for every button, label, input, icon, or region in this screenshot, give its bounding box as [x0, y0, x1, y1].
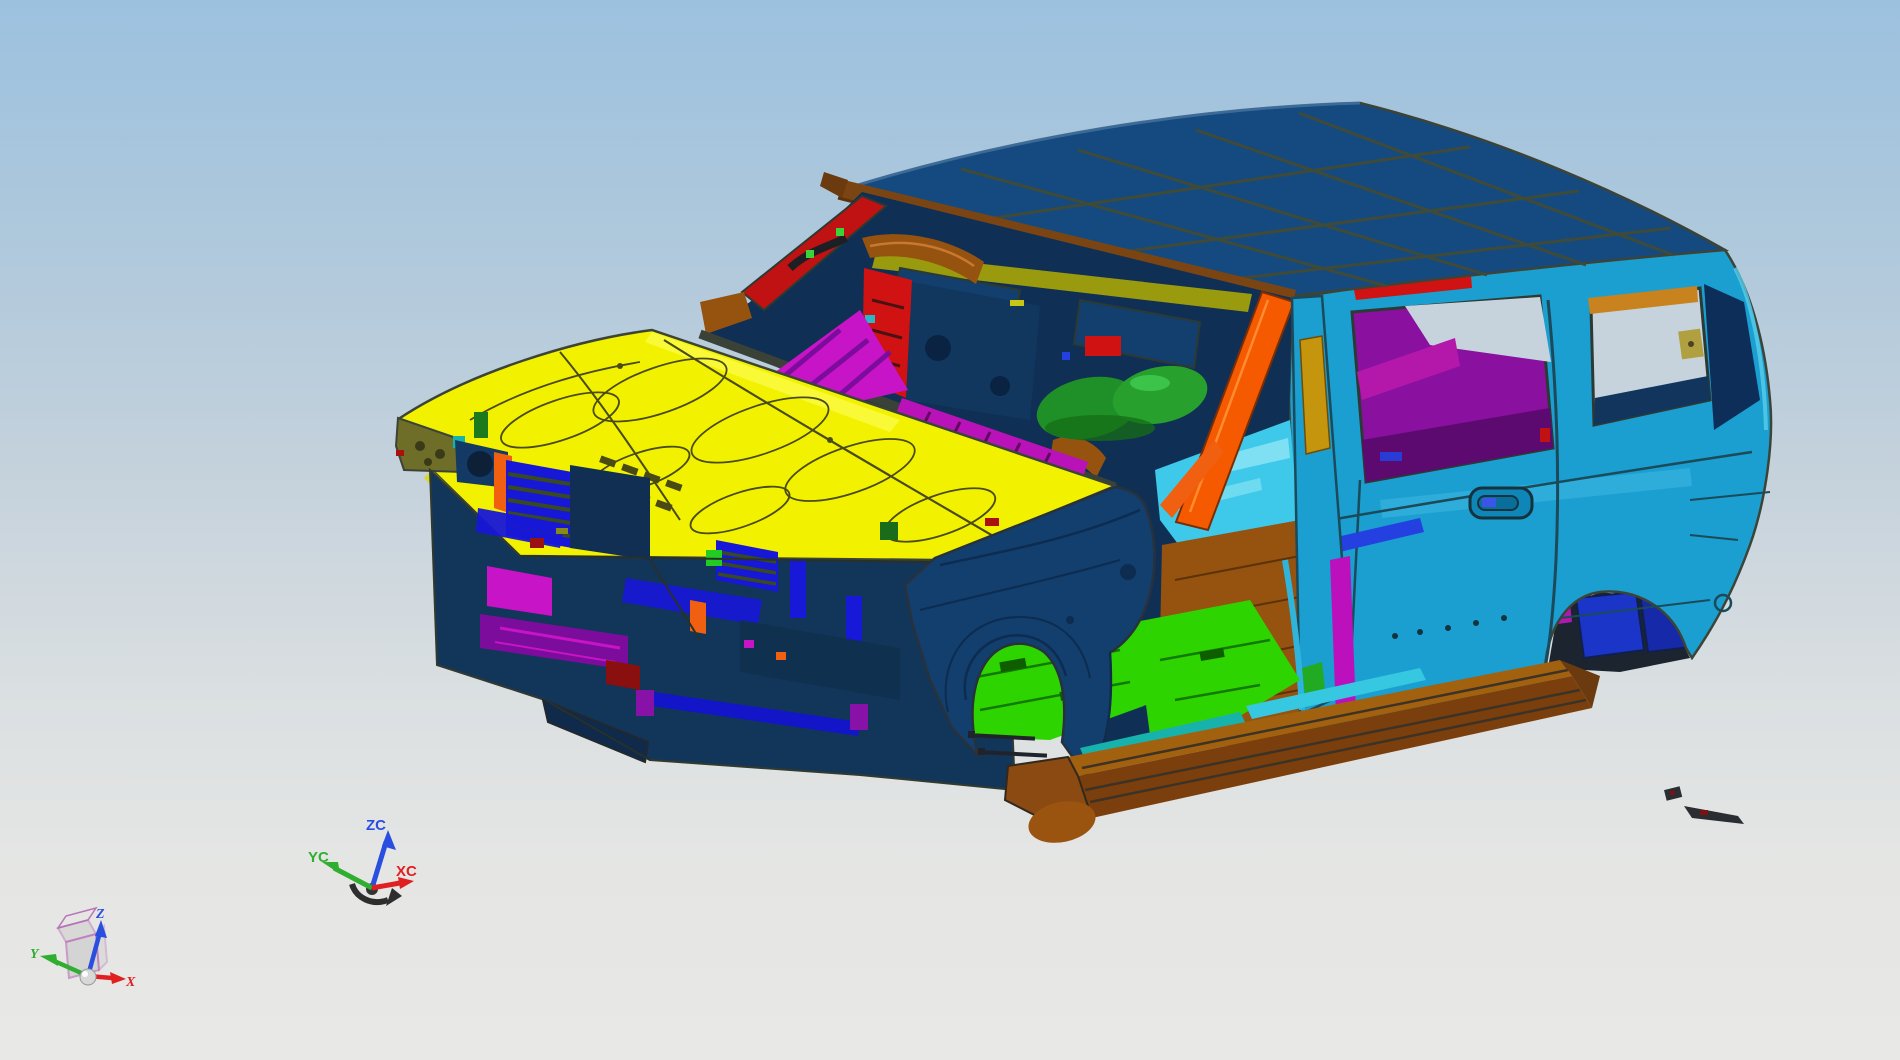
cube-label-z: Z — [95, 907, 105, 922]
wcs-triad[interactable]: ZC YC XC — [308, 817, 417, 906]
wcs-label-yc: YC — [308, 849, 329, 866]
cube-label-y: Y — [30, 947, 40, 962]
wcs-label-xc: XC — [396, 863, 417, 880]
detached-fragments[interactable] — [1664, 786, 1744, 824]
quarter-window[interactable] — [1588, 286, 1712, 427]
wcs-label-zc: ZC — [366, 817, 386, 834]
cad-viewport: ZC YC XC Z Y X — [0, 0, 1900, 1060]
model-canvas: ZC YC XC Z Y X — [30, 101, 1773, 990]
rear-door-window[interactable] — [1350, 294, 1555, 484]
cube-label-x: X — [125, 975, 136, 990]
door-handle[interactable] — [1468, 486, 1534, 520]
wcs-y-axis[interactable] — [322, 862, 374, 891]
wcs-z-axis[interactable] — [369, 830, 396, 889]
quarter-bracket — [1678, 328, 1704, 360]
orientation-cube[interactable]: Z Y X — [30, 906, 136, 990]
